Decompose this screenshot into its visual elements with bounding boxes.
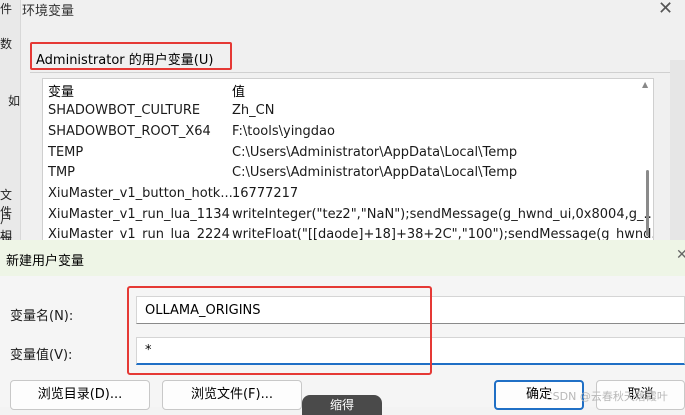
strip-text: 件 <box>0 2 13 16</box>
strip-text: 如 <box>8 94 21 108</box>
list-item[interactable]: TMP C:\Users\Administrator\AppData\Local… <box>43 163 643 183</box>
dialog-title: 新建用户变量 <box>6 254 85 269</box>
group-frame-edge <box>670 60 685 240</box>
list-item[interactable]: TEMP C:\Users\Administrator\AppData\Loca… <box>43 143 643 163</box>
scroll-up-icon[interactable]: ▲ <box>642 80 648 89</box>
close-icon[interactable]: ✕ <box>676 247 685 263</box>
variable-value: writeInteger("tez2","NaN");sendMessage(g… <box>232 207 654 222</box>
divider <box>30 72 670 73</box>
toast-tooltip: 缩得 <box>302 395 382 415</box>
column-header-value[interactable]: 值 <box>232 81 245 100</box>
variable-name: XiuMaster_v1_button_hotk... <box>48 186 233 201</box>
window-title: 环境变量 <box>22 4 75 19</box>
highlight-box <box>127 286 432 375</box>
close-icon[interactable]: ✕ <box>658 0 673 19</box>
variable-value: F:\tools\yingdao <box>232 124 335 139</box>
left-partial-window: 件 数 如 文件 户相 文件 <box>0 0 21 265</box>
highlight-box <box>30 42 232 70</box>
user-variables-list[interactable]: 变量 值 SHADOWBOT_CULTURE Zh_CN SHADOWBOT_R… <box>42 78 654 246</box>
variable-name-label: 变量名(N): <box>10 309 74 324</box>
list-item[interactable]: SHADOWBOT_CULTURE Zh_CN <box>43 101 643 121</box>
variable-value-label: 变量值(V): <box>10 348 73 363</box>
variable-name: TEMP <box>48 145 84 160</box>
variable-name: TMP <box>48 165 75 180</box>
dialog-titlebar <box>0 240 685 276</box>
list-item[interactable]: SHADOWBOT_ROOT_X64 F:\tools\yingdao <box>43 122 643 142</box>
variable-value: 16777217 <box>232 186 299 201</box>
watermark: CSDN @云春秋天落霞叶 <box>545 390 668 403</box>
column-header-name[interactable]: 变量 <box>48 81 74 100</box>
variable-value: Zh_CN <box>232 103 275 118</box>
list-item[interactable]: XiuMaster_v1_run_lua_1134 writeInteger("… <box>43 205 653 225</box>
variable-name: SHADOWBOT_CULTURE <box>48 103 201 118</box>
variable-value: C:\Users\Administrator\AppData\Local\Tem… <box>232 145 518 160</box>
variable-name: SHADOWBOT_ROOT_X64 <box>48 124 211 139</box>
variable-value: C:\Users\Administrator\AppData\Local\Tem… <box>232 165 518 180</box>
scrollbar-thumb[interactable] <box>646 170 649 236</box>
list-item[interactable]: XiuMaster_v1_button_hotk... 16777217 <box>43 184 643 204</box>
strip-text: 数 <box>0 37 13 51</box>
variable-name: XiuMaster_v1_run_lua_1134 <box>48 207 230 222</box>
